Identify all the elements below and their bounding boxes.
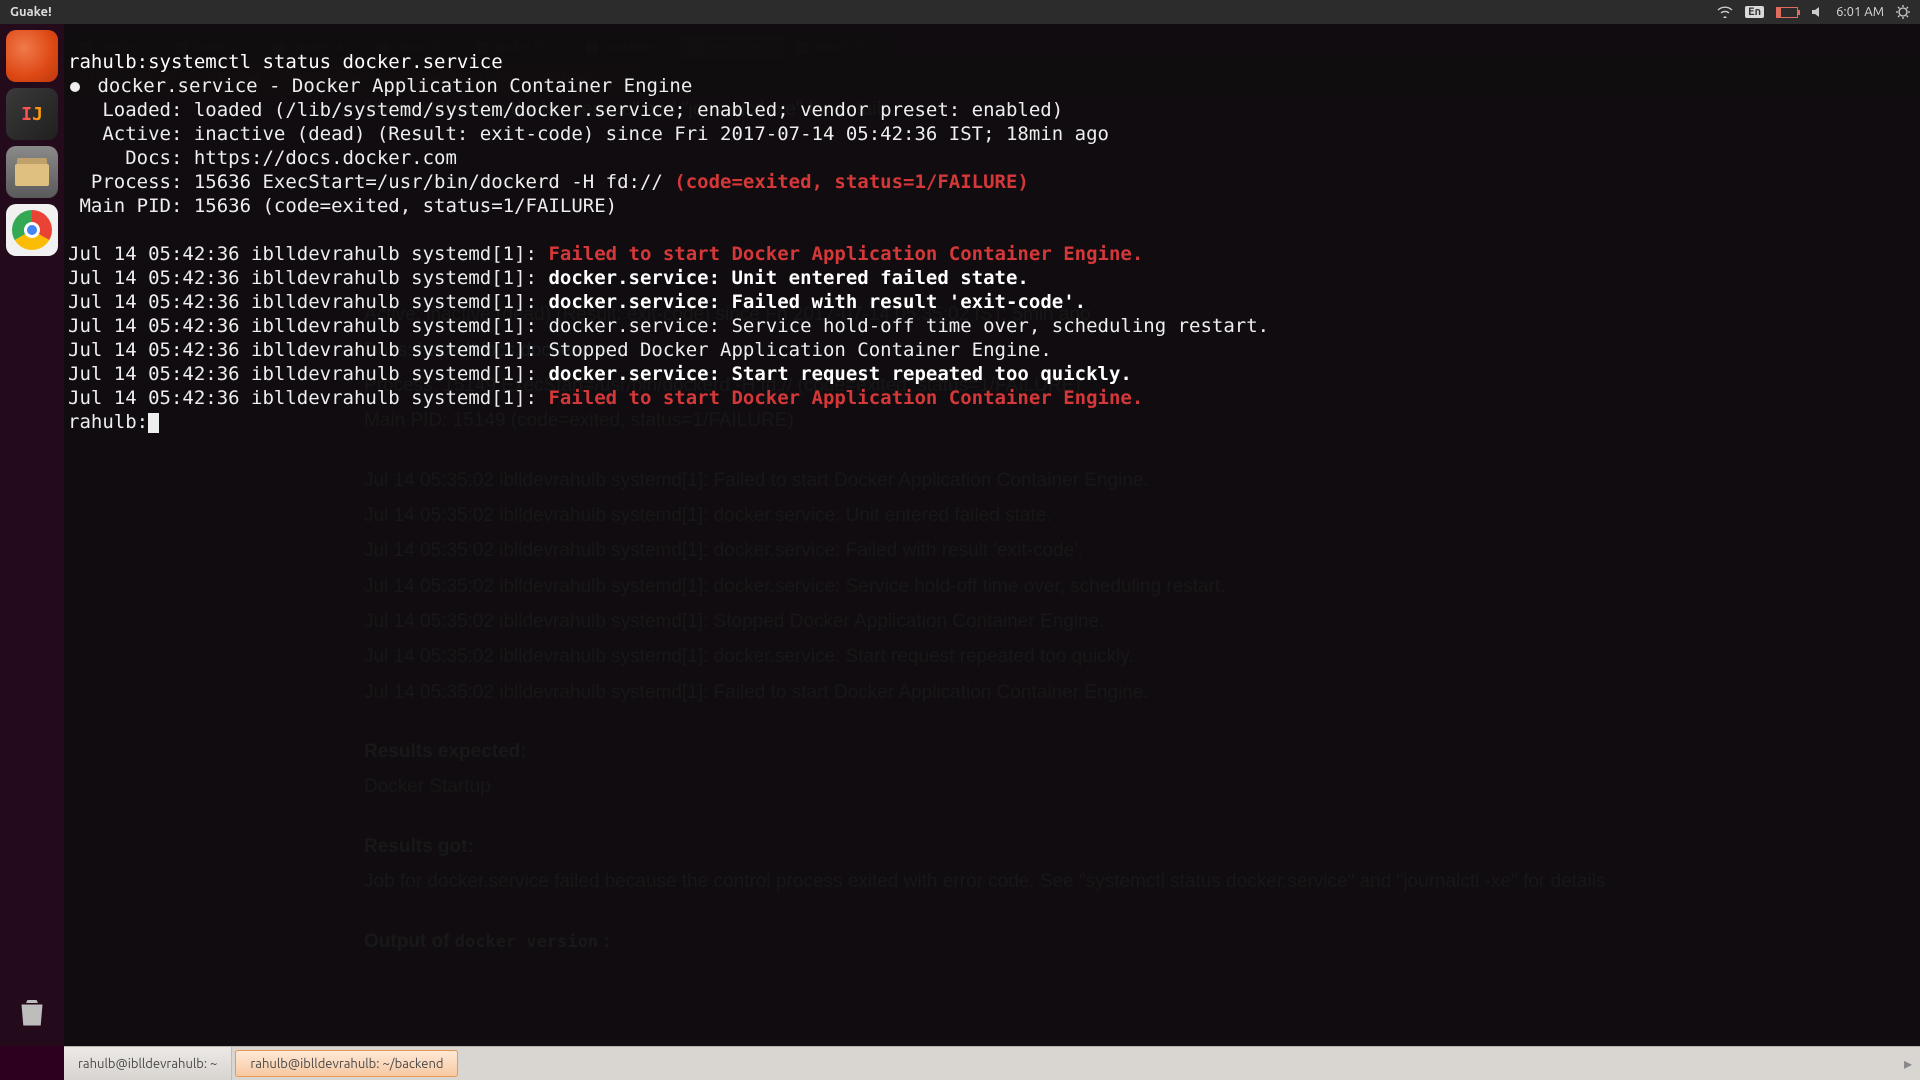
intellij-icon[interactable] [6, 88, 58, 140]
terminal-line: Docs: https://docs.docker.com [68, 147, 457, 169]
system-menu-icon[interactable] [1896, 5, 1910, 19]
battery-icon[interactable] [1776, 7, 1798, 18]
log-message: docker.service: Service hold-off time ov… [548, 315, 1269, 337]
log-error: Failed to start Docker Application Conta… [548, 243, 1143, 265]
terminal-command: rahulb:systemctl status docker.service [68, 51, 503, 73]
terminal-prompt: rahulb: [68, 411, 148, 433]
trash-icon[interactable] [6, 986, 58, 1038]
terminal-error-text: (code=exited, status=1/FAILURE) [674, 171, 1029, 193]
network-icon[interactable] [1717, 6, 1733, 18]
log-prefix: Jul 14 05:42:36 iblldevrahulb systemd[1]… [68, 291, 548, 313]
terminal-tab[interactable]: rahulb@iblldevrahulb: ~ [64, 1047, 232, 1080]
clock[interactable]: 6:01 AM [1836, 5, 1884, 19]
files-icon[interactable] [6, 146, 58, 198]
gnome-top-panel: Guake! En 6:01 AM [0, 0, 1920, 24]
terminal-line: Main PID: 15636 (code=exited, status=1/F… [68, 195, 617, 217]
service-status-dot [70, 82, 80, 92]
system-tray: En 6:01 AM [1717, 5, 1920, 19]
log-message: Stopped Docker Application Container Eng… [548, 339, 1051, 361]
log-message: docker.service: Start request repeated t… [548, 363, 1131, 385]
terminal-line: Active: inactive (dead) (Result: exit-co… [68, 123, 1109, 145]
terminal-tab-active[interactable]: rahulb@iblldevrahulb: ~/backend [235, 1050, 458, 1077]
log-prefix: Jul 14 05:42:36 iblldevrahulb systemd[1]… [68, 363, 548, 385]
log-prefix: Jul 14 05:42:36 iblldevrahulb systemd[1]… [68, 243, 548, 265]
terminal-line: Loaded: loaded (/lib/systemd/system/dock… [68, 99, 1063, 121]
volume-icon[interactable] [1810, 5, 1824, 19]
chrome-icon[interactable] [6, 204, 58, 256]
log-prefix: Jul 14 05:42:36 iblldevrahulb systemd[1]… [68, 267, 548, 289]
log-error: Failed to start Docker Application Conta… [548, 387, 1143, 409]
log-prefix: Jul 14 05:42:36 iblldevrahulb systemd[1]… [68, 387, 548, 409]
ubuntu-dash-icon[interactable] [6, 30, 58, 82]
active-app-title: Guake! [0, 5, 52, 19]
terminal-line: Process: 15636 ExecStart=/usr/bin/docker… [68, 171, 674, 193]
terminal-line: docker.service - Docker Application Cont… [86, 75, 692, 97]
terminal-cursor [148, 413, 159, 433]
guake-tabbar: rahulb@iblldevrahulb: ~ rahulb@iblldevra… [64, 1046, 1920, 1080]
keyboard-layout-indicator[interactable]: En [1745, 6, 1764, 18]
log-message: docker.service: Unit entered failed stat… [548, 267, 1028, 289]
log-prefix: Jul 14 05:42:36 iblldevrahulb systemd[1]… [68, 339, 548, 361]
new-tab-icon[interactable]: ▸ [1904, 1047, 1912, 1080]
log-prefix: Jul 14 05:42:36 iblldevrahulb systemd[1]… [68, 315, 548, 337]
guake-terminal[interactable]: rahulb:systemctl status docker.service d… [64, 24, 1920, 1046]
unity-launcher [0, 24, 64, 1046]
log-message: docker.service: Failed with result 'exit… [548, 291, 1086, 313]
